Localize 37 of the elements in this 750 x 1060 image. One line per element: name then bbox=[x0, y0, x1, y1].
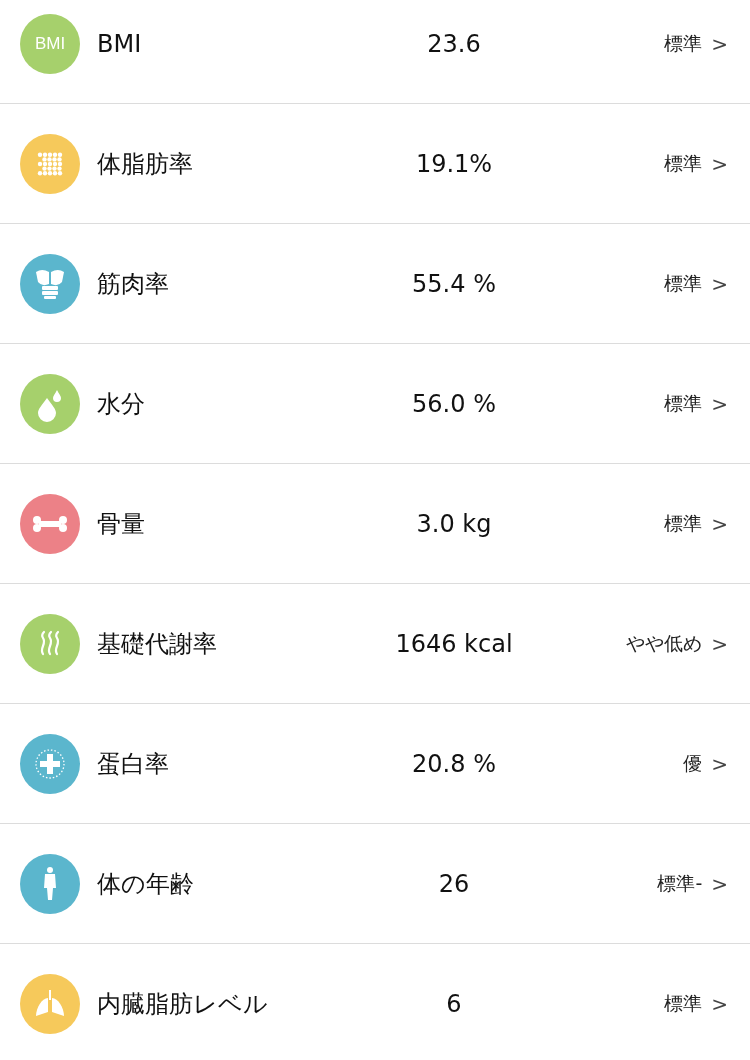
metric-value: 19.1% bbox=[414, 149, 494, 178]
metric-value: 23.6 bbox=[426, 29, 482, 58]
chevron-text[interactable]: > bbox=[711, 271, 728, 296]
chevron-text[interactable]: > bbox=[711, 751, 728, 776]
chevron-text[interactable]: > bbox=[711, 871, 728, 896]
metric-label: BMI bbox=[97, 29, 143, 58]
metric-value: 3.0 kg bbox=[415, 509, 493, 538]
status-link[interactable]: 標準 bbox=[571, 390, 703, 417]
status-link[interactable]: 標準 bbox=[571, 270, 703, 297]
metric-label: 蛋白率 bbox=[97, 748, 170, 780]
status-link[interactable]: やや低め bbox=[571, 630, 703, 657]
status-link[interactable]: 標準 bbox=[571, 30, 703, 57]
metric-value: 26 bbox=[437, 869, 471, 898]
status-link[interactable]: 優 bbox=[571, 750, 703, 777]
chevron-text[interactable]: > bbox=[711, 391, 728, 416]
bmi-icon: BMI bbox=[20, 13, 80, 74]
chevron-text[interactable]: > bbox=[711, 511, 728, 536]
metric-label: 体の年齢 bbox=[97, 868, 195, 900]
metric-label: 水分 bbox=[97, 388, 146, 420]
metric-value: 20.8 % bbox=[411, 749, 497, 778]
chevron-text[interactable]: > bbox=[711, 31, 728, 56]
status-link[interactable]: 標準- bbox=[571, 870, 703, 897]
metric-label: 体脂肪率 bbox=[97, 148, 194, 180]
status-link[interactable]: 標準 bbox=[571, 510, 703, 537]
metric-value: 6 bbox=[445, 989, 463, 1018]
metric-label: 筋肉率 bbox=[97, 268, 170, 300]
status-link[interactable]: 標準 bbox=[571, 990, 703, 1017]
metric-label: 内臓脂肪レベル bbox=[97, 988, 269, 1020]
metric-value: 1646 kcal bbox=[394, 629, 514, 658]
chevron-text[interactable]: > bbox=[711, 631, 728, 656]
chevron-text[interactable]: > bbox=[711, 151, 728, 176]
metric-value: 56.0 % bbox=[411, 389, 497, 418]
metric-label: 基礎代謝率 bbox=[97, 628, 218, 660]
metric-value: 55.4 % bbox=[411, 269, 497, 298]
chevron-text[interactable]: > bbox=[711, 991, 728, 1016]
metric-label: 骨量 bbox=[97, 508, 146, 540]
status-link[interactable]: 標準 bbox=[571, 150, 703, 177]
